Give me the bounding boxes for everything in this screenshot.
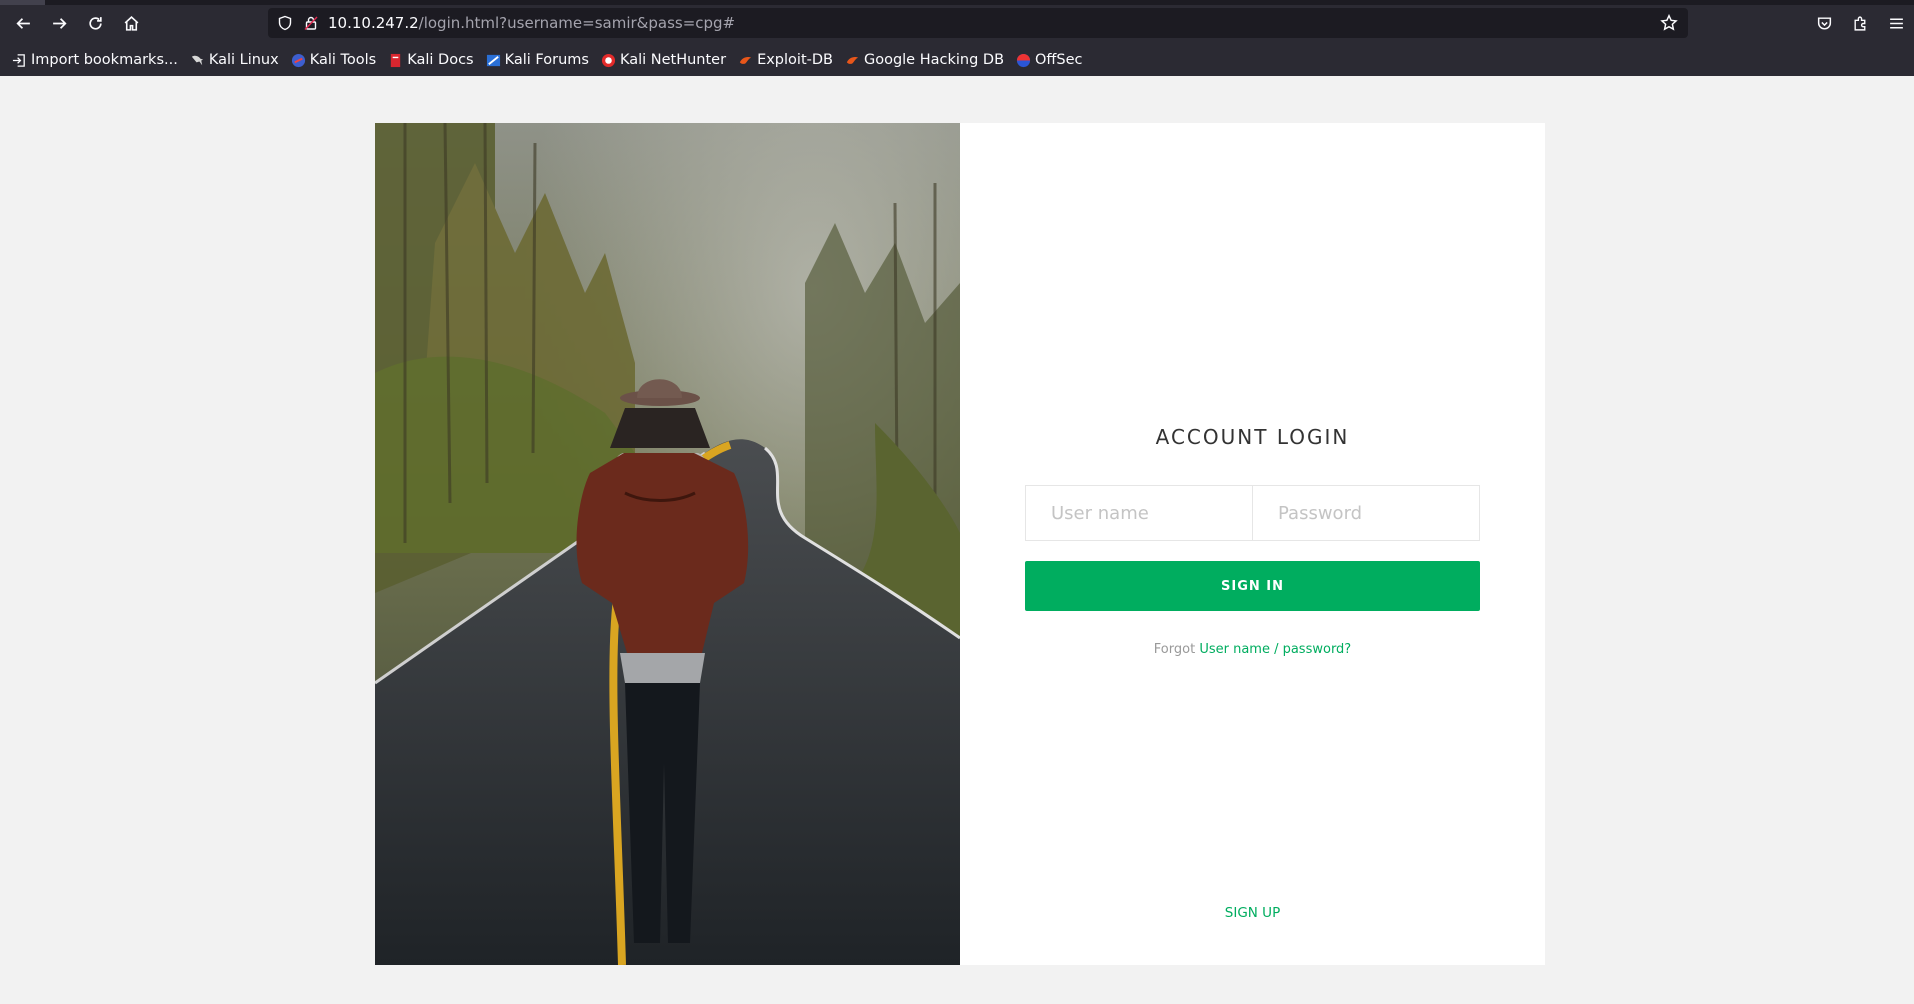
- reload-icon: [88, 16, 102, 30]
- offsec-icon: [1016, 53, 1031, 68]
- bookmark-offsec[interactable]: OffSec: [1016, 52, 1083, 68]
- forgot-credentials-link[interactable]: User name / password?: [1199, 642, 1351, 657]
- kali-docs-icon: [388, 53, 403, 68]
- bookmark-label: Kali Docs: [407, 52, 474, 68]
- person-walking-road-image: [375, 123, 960, 965]
- home-button[interactable]: [116, 8, 146, 38]
- bookmark-exploit-db[interactable]: Exploit-DB: [738, 52, 833, 68]
- forward-button[interactable]: [44, 8, 74, 38]
- extensions-button[interactable]: [1846, 9, 1874, 37]
- bookmark-kali-linux[interactable]: Kali Linux: [190, 52, 279, 68]
- shield-icon[interactable]: [276, 14, 294, 32]
- import-icon: [12, 53, 27, 68]
- login-form: ACCOUNT LOGIN SIGN IN Forgot User name /…: [960, 123, 1545, 965]
- bookmark-kali-forums[interactable]: Kali Forums: [486, 52, 589, 68]
- login-card: ACCOUNT LOGIN SIGN IN Forgot User name /…: [375, 123, 1545, 965]
- browser-chrome: 10.10.247.2/login.html?username=samir&pa…: [0, 0, 1914, 76]
- ghdb-icon: [845, 53, 860, 68]
- bookmarks-toolbar: Import bookmarks... Kali Linux Kali Tool…: [0, 46, 1914, 74]
- username-input[interactable]: [1026, 486, 1252, 540]
- address-bar[interactable]: 10.10.247.2/login.html?username=samir&pa…: [268, 8, 1688, 38]
- puzzle-icon: [1853, 16, 1865, 31]
- bookmark-label: Exploit-DB: [757, 52, 833, 68]
- arrow-right-icon: [52, 17, 67, 29]
- pocket-button[interactable]: [1810, 9, 1838, 37]
- bookmark-google-hacking-db[interactable]: Google Hacking DB: [845, 52, 1004, 68]
- credential-fields: [1025, 485, 1480, 541]
- sign-in-button[interactable]: SIGN IN: [1025, 561, 1480, 611]
- bookmark-import[interactable]: Import bookmarks...: [12, 52, 178, 68]
- kali-dragon-icon: [190, 53, 205, 68]
- url-host: 10.10.247.2: [328, 14, 419, 32]
- navigation-bar: 10.10.247.2/login.html?username=samir&pa…: [0, 5, 1914, 43]
- kali-tools-icon: [291, 53, 306, 68]
- nethunter-icon: [601, 53, 616, 68]
- bookmark-kali-docs[interactable]: Kali Docs: [388, 52, 474, 68]
- sign-up-link[interactable]: SIGN UP: [960, 905, 1545, 921]
- url-path: /login.html?username=samir&pass=cpg#: [418, 14, 736, 32]
- back-button[interactable]: [8, 8, 38, 38]
- login-title: ACCOUNT LOGIN: [1155, 425, 1350, 449]
- insecure-lock-icon[interactable]: [302, 14, 320, 32]
- kali-forums-icon: [486, 53, 501, 68]
- home-icon: [124, 15, 138, 31]
- hamburger-menu-icon: [1889, 17, 1903, 29]
- password-input[interactable]: [1253, 486, 1479, 540]
- arrow-left-icon: [15, 17, 30, 29]
- bookmark-label: OffSec: [1035, 52, 1083, 68]
- menu-button[interactable]: [1882, 9, 1910, 37]
- bookmark-kali-tools[interactable]: Kali Tools: [291, 52, 377, 68]
- exploit-db-icon: [738, 53, 753, 68]
- bookmark-star-icon[interactable]: [1660, 14, 1678, 32]
- forgot-credentials: Forgot User name / password?: [960, 642, 1545, 657]
- url-text[interactable]: 10.10.247.2/login.html?username=samir&pa…: [328, 14, 735, 32]
- bookmark-label: Kali NetHunter: [619, 52, 727, 68]
- reload-button[interactable]: [80, 8, 110, 38]
- hero-photo: [375, 123, 960, 965]
- bookmark-label: Google Hacking DB: [863, 52, 1005, 68]
- pocket-icon: [1817, 16, 1831, 30]
- bookmark-label: Kali Tools: [309, 52, 377, 68]
- bookmark-kali-nethunter[interactable]: Kali NetHunter: [601, 52, 726, 68]
- bookmark-label: Kali Forums: [504, 52, 589, 68]
- bookmark-label: Kali Linux: [208, 52, 279, 68]
- bookmark-label: Import bookmarks...: [31, 52, 178, 68]
- forgot-prefix: Forgot: [1153, 642, 1196, 657]
